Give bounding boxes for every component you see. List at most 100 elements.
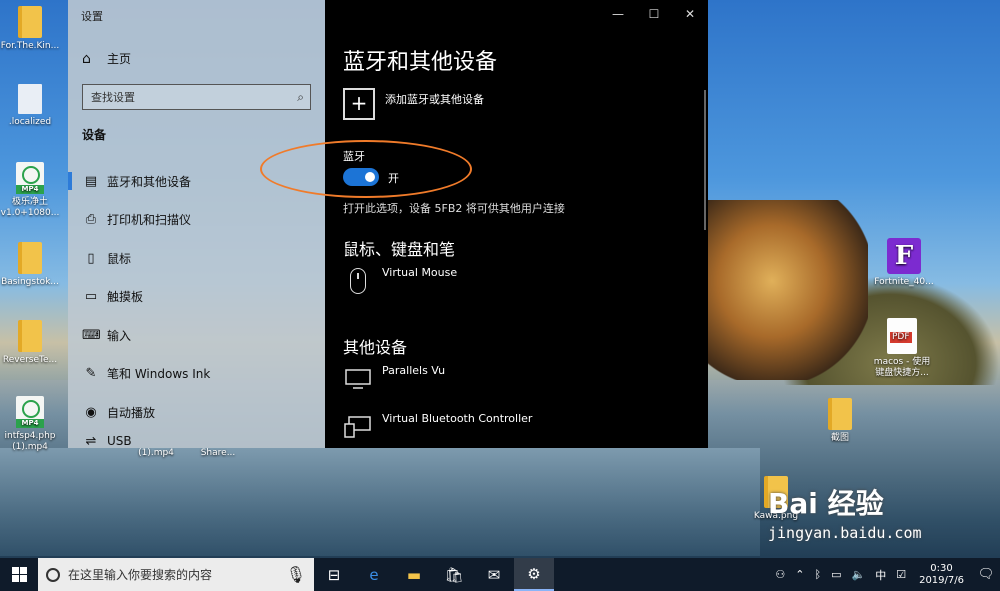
- close-button[interactable]: ✕: [672, 0, 708, 28]
- home-icon: ⌂: [82, 50, 91, 67]
- desktop-icon[interactable]: .localized: [0, 84, 64, 128]
- settings-window: 设置 ⌂ 主页 ⌕ 设备 ▤ 蓝牙和其他设备 ⎙ 打印机和扫描仪 ▯ 鼠标 ▭: [68, 0, 708, 448]
- nav-item-printers[interactable]: ⎙ 打印机和扫描仪: [68, 201, 325, 240]
- desktop-icon-label: 极乐净土 v1.0+1080...: [0, 197, 60, 218]
- battery-icon[interactable]: ▭: [831, 568, 841, 581]
- taskbar: 🎙 ⊟ e ▬ 🛍 ✉ ⚙ ⚇ ⌃ ᛒ ▭ 🔈 中 ☑ 0:30 2019/7/…: [0, 558, 1000, 591]
- add-device-label: 添加蓝牙或其他设备: [385, 93, 484, 106]
- monitor-icon: [343, 364, 373, 394]
- nav-item-touchpad[interactable]: ▭ 触摸板: [68, 278, 325, 317]
- device-name: Virtual Bluetooth Controller: [382, 412, 533, 425]
- settings-icon[interactable]: ⚙: [514, 558, 554, 591]
- desktop-icon[interactable]: (1).mp4: [122, 448, 190, 459]
- settings-search-box[interactable]: ⌕: [82, 84, 311, 110]
- mouse-icon: [343, 266, 373, 296]
- nav-item-label: 鼠标: [107, 251, 132, 266]
- file-explorer-icon[interactable]: ▬: [394, 558, 434, 591]
- device-item[interactable]: Parallels Vu: [343, 364, 445, 394]
- mp4-file-icon: [16, 162, 44, 194]
- desktop-icon-label: macos - 使用 键盘快捷方...: [873, 357, 931, 378]
- section-mouse-keyboard-pen: 鼠标、键盘和笔: [343, 240, 456, 259]
- page-title: 蓝牙和其他设备: [343, 50, 498, 75]
- windows-icon: [11, 567, 27, 582]
- fortnite-icon: F: [887, 238, 921, 274]
- add-device-button[interactable]: + 添加蓝牙或其他设备: [343, 88, 484, 120]
- taskbar-search-input[interactable]: [67, 567, 286, 582]
- desktop-icon[interactable]: For.The.Kin...: [0, 6, 64, 52]
- nav-section-label: 设备: [82, 128, 107, 142]
- desktop-icon-label: Fortnite_40...: [874, 277, 934, 287]
- nav-item-label: USB: [107, 433, 132, 448]
- mouse-icon: ▯: [87, 250, 95, 266]
- pen-icon: ✎: [85, 366, 97, 382]
- nav-list: ▤ 蓝牙和其他设备 ⎙ 打印机和扫描仪 ▯ 鼠标 ▭ 触摸板 ⌨ 输入 ✎ 笔和…: [68, 162, 325, 448]
- microphone-icon[interactable]: 🎙: [286, 565, 306, 584]
- device-name: Virtual Mouse: [382, 266, 458, 279]
- desktop-icon[interactable]: ReverseTe...: [0, 320, 64, 366]
- printer-icon: ⎙: [85, 212, 97, 228]
- wallpaper-rock: [708, 200, 868, 380]
- watermark-brand: Bai 经验: [768, 487, 884, 520]
- taskbar-search[interactable]: 🎙: [38, 558, 314, 591]
- nav-item-label: 笔和 Windows Ink: [107, 367, 211, 382]
- bluetooth-devices-icon: ▤: [84, 173, 98, 189]
- bluetooth-icon[interactable]: ᛒ: [814, 568, 821, 581]
- highlight-annotation: [260, 140, 472, 198]
- search-icon[interactable]: ⌕: [297, 90, 304, 105]
- desktop-icon[interactable]: macos - 使用 键盘快捷方...: [868, 318, 936, 379]
- maximize-button[interactable]: ☐: [636, 0, 672, 28]
- desktop-icon[interactable]: intfsp4.php (1).mp4: [0, 396, 64, 453]
- folder-icon: [18, 320, 42, 352]
- clock-date: 2019/7/6: [919, 574, 964, 586]
- bluetooth-description: 打开此选项，设备 5FB2 将可供其他用户连接: [343, 202, 565, 215]
- notification-icon[interactable]: 🗨: [972, 558, 1000, 591]
- desktop-icon-label: intfsp4.php (1).mp4: [4, 431, 56, 452]
- task-view-icon[interactable]: ⊟: [314, 558, 354, 591]
- system-tray: ⚇ ⌃ ᛒ ▭ 🔈 中 ☑ 0:30 2019/7/6 🗨: [770, 558, 1000, 591]
- desktop-icon[interactable]: 极乐净土 v1.0+1080...: [0, 162, 64, 219]
- pdf-file-icon: [887, 318, 917, 354]
- edge-icon[interactable]: e: [354, 558, 394, 591]
- nav-item-typing[interactable]: ⌨ 输入: [68, 316, 325, 355]
- plus-icon: +: [343, 88, 375, 120]
- desktop-icon[interactable]: F Fortnite_40...: [870, 238, 938, 288]
- nav-item-autoplay[interactable]: ◉ 自动播放: [68, 393, 325, 432]
- mp4-file-icon: [16, 396, 44, 428]
- nav-item-label: 自动播放: [107, 405, 156, 420]
- settings-nav-pane: 设置 ⌂ 主页 ⌕ 设备 ▤ 蓝牙和其他设备 ⎙ 打印机和扫描仪 ▯ 鼠标 ▭: [68, 0, 325, 448]
- cortana-icon: [46, 567, 60, 582]
- device-item[interactable]: Virtual Bluetooth Controller: [343, 412, 532, 442]
- desktop-icon[interactable]: Share...: [184, 448, 252, 459]
- clock-time: 0:30: [930, 562, 953, 574]
- clock[interactable]: 0:30 2019/7/6: [919, 563, 964, 587]
- desktop-icon-label: Basingstok...: [1, 277, 59, 287]
- nav-item-pen[interactable]: ✎ 笔和 Windows Ink: [68, 355, 325, 394]
- minimize-button[interactable]: —: [600, 0, 636, 28]
- desktop-icon-label: .localized: [8, 117, 52, 127]
- store-icon[interactable]: 🛍: [434, 558, 474, 591]
- nav-item-usb[interactable]: ⇌ USB: [68, 432, 325, 448]
- start-button[interactable]: [0, 558, 38, 591]
- desktop-icon[interactable]: 截图: [806, 398, 874, 444]
- device-item[interactable]: Virtual Mouse: [343, 266, 457, 296]
- desktop-icon[interactable]: Basingstok...: [0, 242, 64, 288]
- folder-icon: [18, 6, 42, 38]
- nav-item-label: 蓝牙和其他设备: [107, 174, 192, 189]
- window-controls: — ☐ ✕: [600, 0, 708, 28]
- people-icon[interactable]: ⚇: [775, 568, 785, 581]
- chevron-up-icon[interactable]: ⌃: [795, 568, 804, 581]
- volume-icon[interactable]: 🔈: [852, 568, 866, 581]
- desktop-icon-label: ReverseTe...: [2, 355, 58, 365]
- folder-icon: [828, 398, 852, 430]
- nav-item-mouse[interactable]: ▯ 鼠标: [68, 239, 325, 278]
- mail-icon[interactable]: ✉: [474, 558, 514, 591]
- settings-search-input[interactable]: [91, 90, 271, 104]
- input-method-indicator[interactable]: 中: [875, 567, 886, 583]
- nav-item-label: 触摸板: [107, 290, 144, 305]
- scrollbar[interactable]: [704, 90, 706, 230]
- checkbox-tray-icon[interactable]: ☑: [896, 568, 906, 581]
- desktop-icon-label: (1).mp4: [138, 448, 174, 458]
- controller-icon: [343, 412, 373, 442]
- nav-item-label: 输入: [107, 328, 132, 343]
- nav-home[interactable]: ⌂ 主页: [82, 50, 131, 67]
